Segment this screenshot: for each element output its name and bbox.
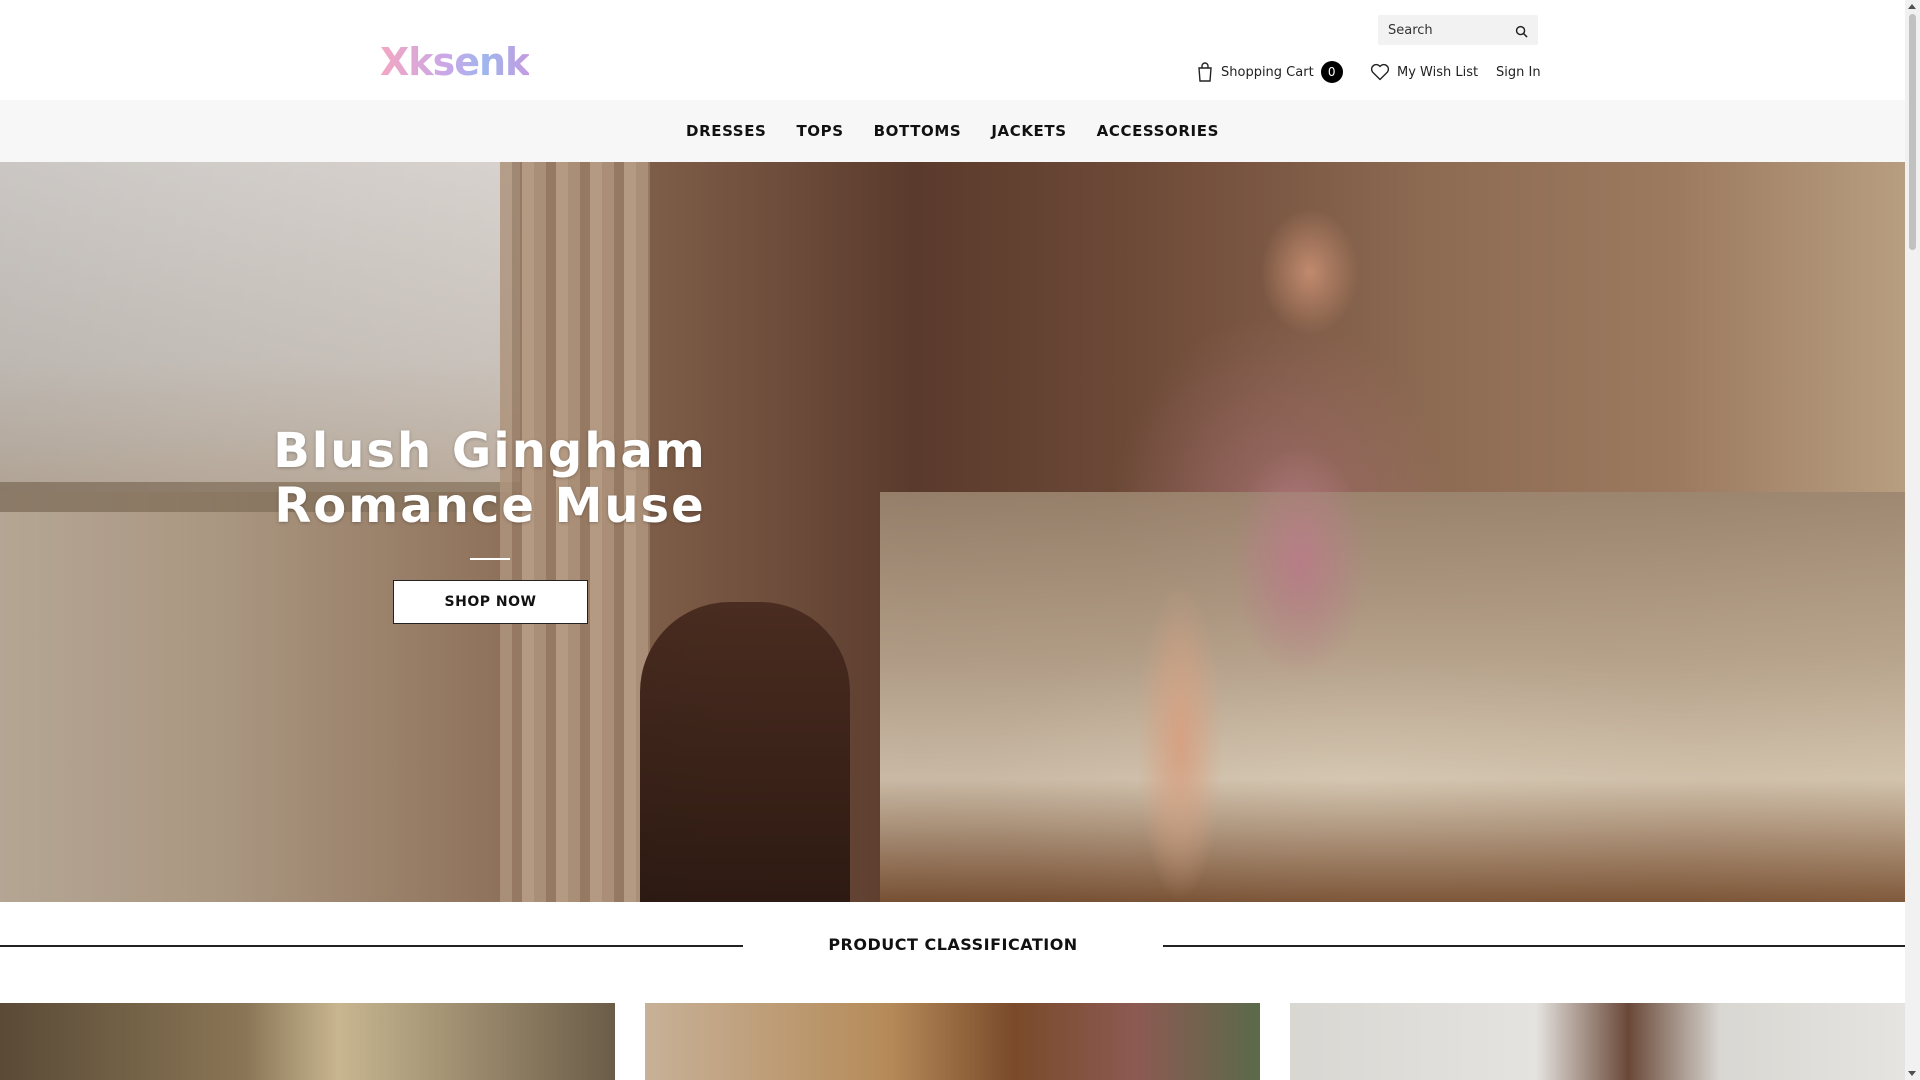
shopping-cart-link[interactable]: Shopping Cart 0 xyxy=(1196,61,1343,83)
shop-now-button[interactable]: SHOP NOW xyxy=(393,580,588,624)
category-card[interactable] xyxy=(0,1003,615,1080)
scroll-up-arrow-icon[interactable] xyxy=(1908,4,1916,9)
nav-item-accessories[interactable]: ACCESSORIES xyxy=(1097,122,1219,140)
main-nav: DRESSES TOPS BOTTOMS JACKETS ACCESSORIES xyxy=(0,100,1905,162)
heading-divider-left xyxy=(0,945,743,947)
category-card[interactable] xyxy=(1290,1003,1905,1080)
wishlist-link[interactable]: My Wish List xyxy=(1370,62,1478,82)
product-classification-heading: PRODUCT CLASSIFICATION xyxy=(0,925,1905,965)
heading-divider-right xyxy=(1163,945,1905,947)
wishlist-label: My Wish List xyxy=(1397,64,1479,80)
search-input[interactable] xyxy=(1388,22,1508,38)
section-title: PRODUCT CLASSIFICATION xyxy=(828,935,1078,954)
shopping-bag-icon xyxy=(1196,62,1214,82)
page-scrollbar[interactable] xyxy=(1905,0,1920,1080)
shopping-cart-label: Shopping Cart xyxy=(1221,64,1314,80)
product-category-grid xyxy=(0,1003,1905,1080)
scrollbar-thumb[interactable] xyxy=(1909,14,1916,250)
nav-item-jackets[interactable]: JACKETS xyxy=(991,122,1066,140)
hero-banner[interactable]: Blush Gingham Romance Muse SHOP NOW xyxy=(0,162,1905,902)
nav-item-bottoms[interactable]: BOTTOMS xyxy=(874,122,962,140)
hero-title: Blush Gingham Romance Muse xyxy=(273,423,707,534)
nav-item-dresses[interactable]: DRESSES xyxy=(686,122,766,140)
site-logo[interactable]: Xksenk xyxy=(380,40,530,84)
heart-icon xyxy=(1370,63,1390,81)
search-icon[interactable] xyxy=(1515,23,1528,42)
site-header: Xksenk Shopping Cart 0 My Wish List Sign… xyxy=(0,0,1905,100)
sign-in-link[interactable]: Sign In xyxy=(1496,62,1541,82)
cart-count-badge: 0 xyxy=(1320,61,1343,83)
search-box[interactable] xyxy=(1378,15,1538,45)
category-card[interactable] xyxy=(645,1003,1260,1080)
hero-divider xyxy=(470,558,510,560)
scroll-down-arrow-icon[interactable] xyxy=(1908,1071,1916,1076)
nav-item-tops[interactable]: TOPS xyxy=(796,122,843,140)
